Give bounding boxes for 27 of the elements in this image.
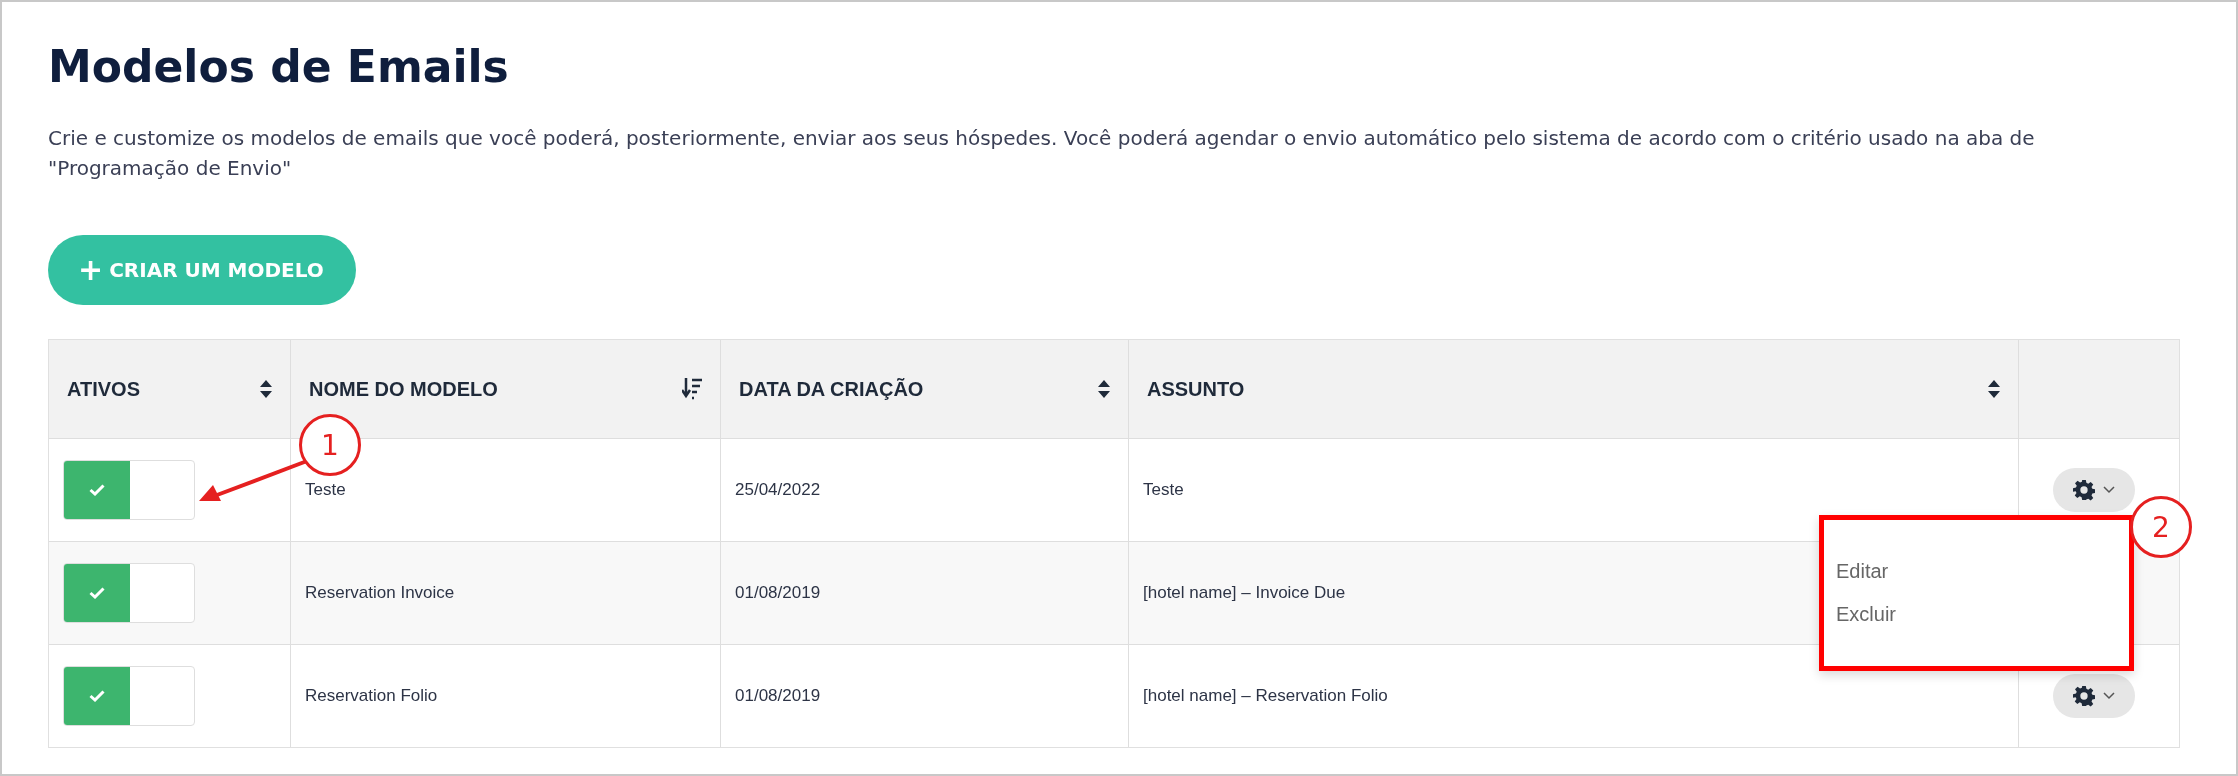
settings-icon <box>2073 479 2095 502</box>
page-title: Modelos de Emails <box>48 40 510 94</box>
settings-dropdown-button[interactable] <box>2053 674 2135 719</box>
settings-icon <box>2073 685 2095 708</box>
check-icon <box>89 587 105 600</box>
chevron-down-icon <box>2103 692 2115 701</box>
sort-icon[interactable] <box>1098 380 1110 399</box>
check-icon <box>89 484 105 497</box>
table-cell: 01/08/2019 <box>721 644 1129 748</box>
active-toggle[interactable] <box>63 666 195 727</box>
table-cell: Reservation Invoice <box>291 541 721 645</box>
sort-icon[interactable] <box>260 380 272 399</box>
column-header[interactable]: ASSUNTO <box>1129 340 2019 439</box>
active-toggle[interactable] <box>63 563 195 624</box>
column-header[interactable]: DATA DA CRIAÇÃO <box>721 340 1129 439</box>
table-cell: [hotel name] – Reservation Folio <box>1129 644 2019 748</box>
column-header[interactable]: ATIVOS <box>49 340 291 439</box>
active-toggle[interactable] <box>63 460 195 521</box>
callout-number: 2 <box>2130 496 2192 558</box>
settings-dropdown-button[interactable] <box>2053 468 2135 513</box>
table-cell: Reservation Folio <box>291 644 721 748</box>
description-text: Crie e customize os modelos de emails que você poderá, posteriormente, enviar aos seus hóspedes. Você poderá agendar o envio automático pelo sistema de acordo com o critério usado na aba de "Programação de Envio" <box>48 125 2036 183</box>
chevron-down-icon <box>2103 486 2115 495</box>
sort-descending-icon[interactable] <box>682 378 702 401</box>
table-cell: 01/08/2019 <box>721 541 1129 645</box>
sort-icon[interactable] <box>1988 380 2000 399</box>
check-icon <box>89 690 105 703</box>
